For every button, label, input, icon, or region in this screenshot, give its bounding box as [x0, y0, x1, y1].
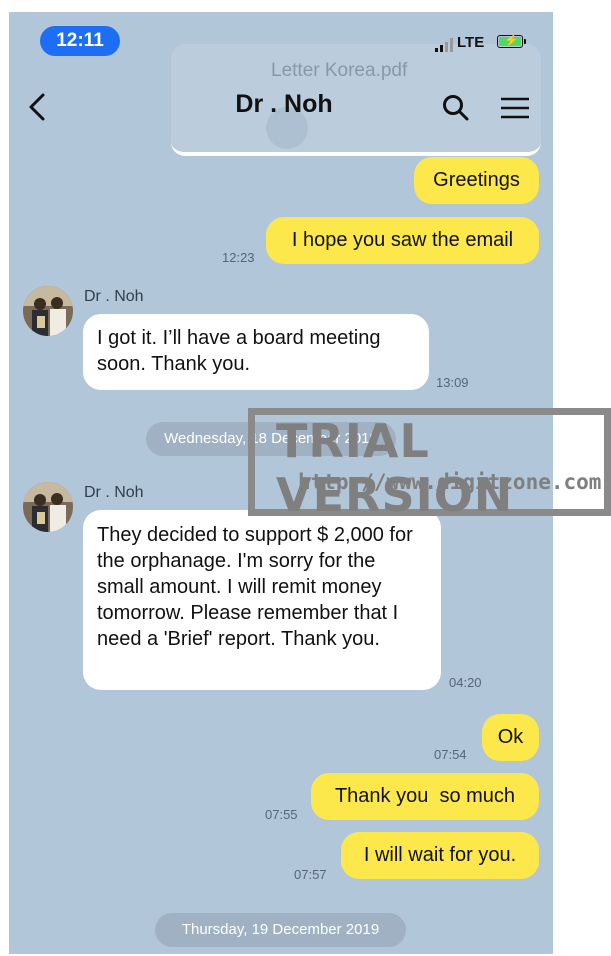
message-time: 13:09 — [436, 375, 469, 390]
message-time: 04:20 — [449, 675, 482, 690]
sender-name: Dr . Noh — [84, 288, 144, 305]
message-bubble[interactable]: Greetings — [414, 157, 539, 204]
message-bubble[interactable]: I hope you saw the email — [266, 217, 539, 264]
battery-icon: ⚡ — [497, 33, 523, 48]
message-bubble[interactable]: They decided to support $ 2,000 for the … — [83, 510, 441, 690]
search-icon[interactable] — [442, 94, 470, 122]
message-bubble[interactable]: Thank you so much — [311, 773, 539, 820]
message-time: 12:23 — [222, 250, 255, 265]
contact-photo — [23, 286, 73, 336]
message-time: 07:55 — [265, 807, 298, 822]
attachment-file-name: Letter Korea.pdf — [271, 60, 408, 81]
avatar[interactable] — [23, 482, 73, 532]
signal-icon — [435, 38, 453, 52]
avatar[interactable] — [23, 286, 73, 336]
chat-title: Dr . Noh — [235, 90, 333, 118]
message-time: 07:54 — [434, 747, 467, 762]
status-time: 12:11 — [40, 26, 120, 56]
sender-name: Dr . Noh — [84, 484, 144, 501]
back-icon[interactable] — [27, 92, 49, 122]
menu-icon[interactable] — [499, 96, 531, 120]
network-type: LTE — [457, 34, 485, 51]
watermark-title: TRIAL VERSION — [276, 414, 514, 522]
message-bubble[interactable]: I will wait for you. — [341, 832, 539, 879]
watermark-url: http://www.digitzone.com — [298, 470, 602, 494]
date-separator: Thursday, 19 December 2019 — [155, 913, 406, 947]
message-bubble[interactable]: Ok — [482, 714, 539, 761]
message-bubble[interactable]: I got it. I’ll have a board meeting soon… — [83, 314, 429, 390]
message-time: 07:57 — [294, 867, 327, 882]
battery-tip — [524, 39, 526, 44]
contact-photo — [23, 482, 73, 532]
